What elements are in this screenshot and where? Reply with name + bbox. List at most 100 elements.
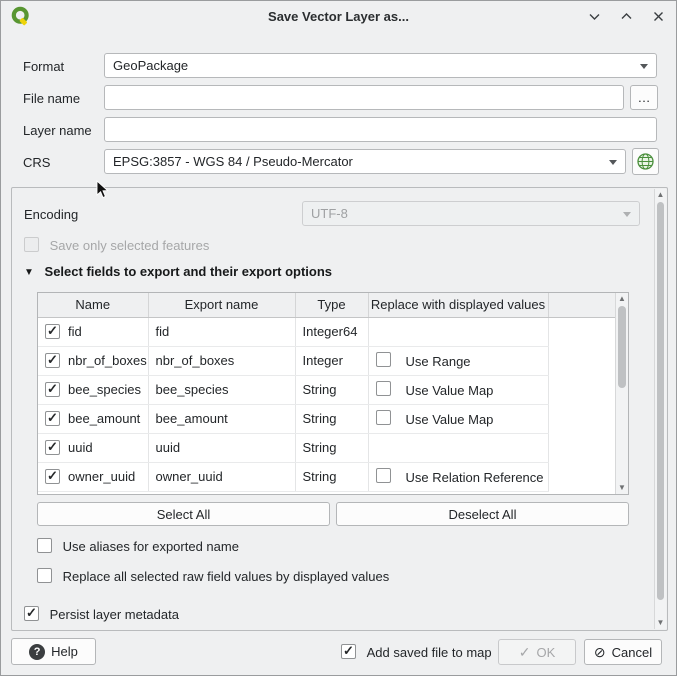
field-type: String [295, 433, 368, 462]
panel-scrollbar[interactable]: ▲ ▼ [654, 189, 666, 629]
crs-label: CRS [23, 155, 50, 170]
field-replace-cell [368, 317, 548, 346]
browse-file-button[interactable]: … [630, 85, 658, 110]
field-type: String [295, 375, 368, 404]
field-name: owner_uuid [68, 469, 135, 484]
use-aliases-checkbox-row: Use aliases for exported name [37, 538, 239, 554]
persist-metadata-label: Persist layer metadata [50, 607, 179, 622]
field-row-bee_species: bee_speciesbee_speciesStringUse Value Ma… [38, 375, 615, 404]
deselect-all-button[interactable]: Deselect All [336, 502, 629, 526]
scroll-up-icon[interactable]: ▲ [655, 190, 666, 200]
replace-all-raw-checkbox[interactable] [37, 568, 52, 583]
replace-checkbox-nbr_of_boxes[interactable] [376, 352, 391, 367]
window-maximize-button[interactable] [618, 8, 634, 24]
field-checkbox-uuid[interactable] [45, 440, 60, 455]
replace-all-raw-label: Replace all selected raw field values by… [63, 569, 390, 584]
scroll-down-icon[interactable]: ▼ [655, 618, 666, 628]
scroll-up-icon[interactable]: ▲ [616, 294, 628, 304]
select-all-button[interactable]: Select All [37, 502, 330, 526]
window-minimize-button[interactable] [586, 8, 602, 24]
window-title: Save Vector Layer as... [1, 9, 676, 24]
fields-table-scrollbar-thumb[interactable] [618, 306, 626, 388]
add-to-map-checkbox[interactable] [341, 644, 356, 659]
use-aliases-checkbox[interactable] [37, 538, 52, 553]
col-header-export-name[interactable]: Export name [148, 293, 295, 317]
save-only-selected-checkbox-row: Save only selected features [24, 237, 209, 253]
field-export-name[interactable]: uuid [148, 433, 295, 462]
field-checkbox-bee_species[interactable] [45, 382, 60, 397]
fields-section-header[interactable]: ▼ Select fields to export and their expo… [24, 264, 332, 279]
col-header-filler [548, 293, 615, 317]
field-replace-cell [368, 433, 548, 462]
crs-combo[interactable]: EPSG:3857 - WGS 84 / Pseudo-Mercator [104, 149, 626, 174]
encoding-combo: UTF-8 [302, 201, 640, 226]
ok-button-label: OK [536, 645, 555, 660]
col-header-replace[interactable]: Replace with displayed values [368, 293, 548, 317]
crs-picker-button[interactable] [632, 148, 659, 175]
field-type: Integer [295, 346, 368, 375]
add-to-map-checkbox-row: Add saved file to map [341, 644, 492, 660]
format-value: GeoPackage [113, 58, 188, 73]
persist-metadata-checkbox[interactable] [24, 606, 39, 621]
field-row-fid: fidfidInteger64 [38, 317, 615, 346]
fields-table: Name Export name Type Replace with displ… [37, 292, 629, 495]
help-button[interactable]: ? Help [11, 638, 96, 665]
help-icon: ? [29, 644, 45, 660]
file-name-input[interactable] [104, 85, 624, 110]
field-checkbox-nbr_of_boxes[interactable] [45, 353, 60, 368]
field-type: String [295, 462, 368, 491]
col-header-type[interactable]: Type [295, 293, 368, 317]
col-header-name[interactable]: Name [38, 293, 148, 317]
field-name: bee_amount [68, 411, 140, 426]
replace-checkbox-bee_amount[interactable] [376, 410, 391, 425]
field-export-name[interactable]: fid [148, 317, 295, 346]
field-row-nbr_of_boxes: nbr_of_boxesnbr_of_boxesIntegerUse Range [38, 346, 615, 375]
replace-checkbox-bee_species[interactable] [376, 381, 391, 396]
encoding-value: UTF-8 [311, 206, 348, 221]
field-row-uuid: uuiduuidString [38, 433, 615, 462]
layer-name-label: Layer name [23, 123, 92, 138]
panel-scrollbar-thumb[interactable] [657, 202, 664, 600]
replace-option-label: Use Relation Reference [406, 470, 544, 485]
cancel-button-label: Cancel [612, 645, 652, 660]
file-name-label: File name [23, 91, 80, 106]
save-only-selected-checkbox [24, 237, 39, 252]
scroll-down-icon[interactable]: ▼ [616, 483, 628, 493]
filler-cell [548, 317, 615, 346]
replace-checkbox-owner_uuid[interactable] [376, 468, 391, 483]
ok-button[interactable]: ✓ OK [498, 639, 576, 665]
ok-check-icon: ✓ [519, 644, 531, 661]
titlebar[interactable]: Save Vector Layer as... [1, 1, 676, 31]
qgis-logo-icon [11, 6, 31, 26]
field-checkbox-owner_uuid[interactable] [45, 469, 60, 484]
field-export-name[interactable]: bee_amount [148, 404, 295, 433]
field-replace-cell: Use Relation Reference [368, 462, 548, 491]
field-checkbox-fid[interactable] [45, 324, 60, 339]
combo-arrow-icon [640, 64, 648, 69]
fields-table-scrollbar[interactable]: ▲ ▼ [615, 293, 628, 494]
combo-arrow-icon [609, 160, 617, 165]
field-row-bee_amount: bee_amountbee_amountStringUse Value Map [38, 404, 615, 433]
layer-name-input[interactable] [104, 117, 657, 142]
field-replace-cell: Use Range [368, 346, 548, 375]
field-export-name[interactable]: nbr_of_boxes [148, 346, 295, 375]
persist-metadata-checkbox-row: Persist layer metadata [24, 606, 179, 622]
save-only-selected-label: Save only selected features [50, 238, 210, 253]
options-panel: Encoding UTF-8 Save only selected featur… [11, 187, 668, 631]
fields-section-title: Select fields to export and their export… [45, 264, 333, 279]
globe-projection-icon [636, 152, 655, 171]
replace-option-label: Use Range [406, 354, 471, 369]
cancel-button[interactable]: ⊘ Cancel [584, 639, 662, 665]
filler-cell [548, 462, 615, 491]
field-checkbox-bee_amount[interactable] [45, 411, 60, 426]
field-type: Integer64 [295, 317, 368, 346]
filler-cell [548, 375, 615, 404]
window-close-button[interactable] [650, 8, 666, 24]
replace-option-label: Use Value Map [406, 383, 494, 398]
format-combo[interactable]: GeoPackage [104, 53, 657, 78]
crs-value: EPSG:3857 - WGS 84 / Pseudo-Mercator [113, 154, 353, 169]
fields-table-header-row: Name Export name Type Replace with displ… [38, 293, 615, 317]
field-export-name[interactable]: owner_uuid [148, 462, 295, 491]
replace-option-label: Use Value Map [406, 412, 494, 427]
field-export-name[interactable]: bee_species [148, 375, 295, 404]
